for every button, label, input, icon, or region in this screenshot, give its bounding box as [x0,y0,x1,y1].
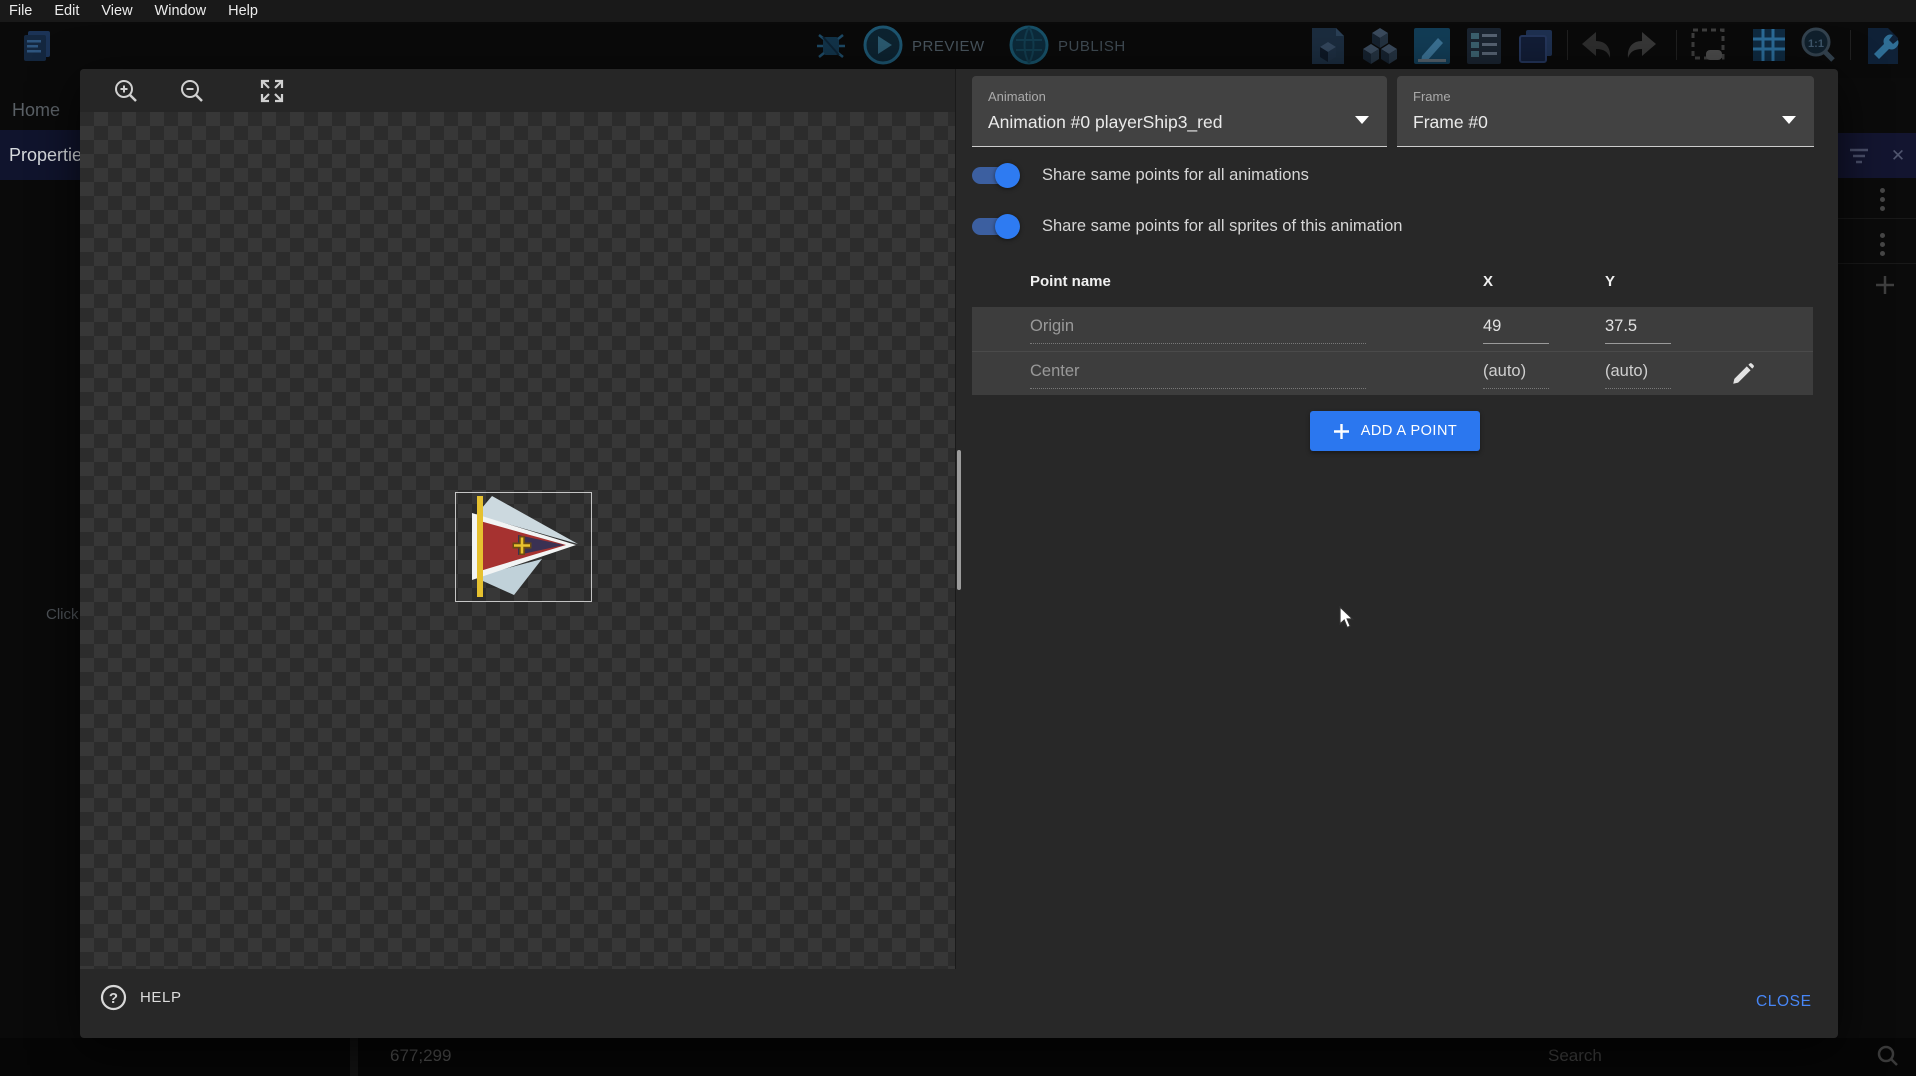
point-name-field: Origin [1030,317,1074,336]
menu-view[interactable]: View [101,3,132,19]
redo-icon[interactable] [1622,28,1662,64]
edit-scene-icon[interactable] [1410,24,1454,68]
preview-label[interactable]: PREVIEW [912,38,985,55]
status-bar: 677;299 Search [0,1038,1916,1076]
extensions-settings-icon[interactable] [1860,24,1904,68]
share-points-all-animations-toggle[interactable] [972,167,1018,184]
add-point-button[interactable]: ADD A POINT [1310,411,1480,451]
mouse-cursor [1338,606,1358,630]
help-button[interactable]: ? HELP [100,984,182,1011]
toolbar-divider [1676,30,1677,60]
mask-selection-icon[interactable] [1688,26,1730,66]
tab-properties[interactable]: Properties [0,130,80,180]
zoom-out-icon[interactable] [178,77,206,105]
toggle-label: Share same points for all sprites of thi… [1042,217,1402,236]
player-ship-sprite [456,493,591,601]
column-header-point-name: Point name [1030,273,1111,290]
share-points-all-animations-row: Share same points for all animations [972,166,1309,185]
vertical-scrollbar[interactable] [957,450,961,590]
edit-points-dialog: Animation Animation #0 playerShip3_red F… [80,69,1838,1038]
panel-close-icon[interactable]: ✕ [1891,146,1905,166]
frame-select-label: Frame [1413,89,1451,104]
object-groups-icon[interactable] [1358,24,1402,68]
tab-home[interactable]: Home [12,100,60,121]
zoom-one-to-one-icon[interactable]: 1:1 [1796,24,1840,68]
share-points-all-sprites-row: Share same points for all sprites of thi… [972,217,1402,236]
close-button[interactable]: CLOSE [1756,993,1812,1011]
debug-icon[interactable] [812,27,850,65]
add-object-icon[interactable] [1306,24,1350,68]
svg-text:?: ? [109,990,118,1007]
sprite-preview-canvas[interactable] [80,112,955,969]
point-x-field: (auto) [1483,362,1526,381]
point-name-field: Center [1030,362,1080,381]
search-icon[interactable] [1876,1044,1900,1068]
menu-edit[interactable]: Edit [54,3,79,19]
point-x-field[interactable]: 49 [1483,317,1501,336]
grid-icon[interactable] [1748,26,1790,66]
frame-select[interactable]: Frame Frame #0 [1397,76,1814,147]
table-row-center[interactable]: Center (auto) (auto) [972,352,1813,396]
animation-select-label: Animation [988,89,1046,104]
instances-list-icon[interactable] [1462,24,1506,68]
svg-text:1:1: 1:1 [1808,38,1824,50]
help-circle-icon: ? [100,984,127,1011]
kebab-menu-icon[interactable] [1880,188,1885,211]
undo-icon[interactable] [1576,28,1616,64]
panel-divider [955,69,956,969]
zoom-in-icon[interactable] [112,77,140,105]
chevron-down-icon [1782,116,1796,124]
project-manager-icon[interactable] [18,28,54,64]
plus-icon [1333,423,1350,440]
cursor-coordinates: 677;299 [390,1046,451,1066]
panel-header: ✕ [1838,133,1916,178]
canvas-toolbar [80,69,955,112]
filter-icon[interactable] [1849,147,1869,165]
edit-pencil-icon[interactable] [1730,361,1756,387]
toggle-label: Share same points for all animations [1042,166,1309,185]
menu-file[interactable]: File [9,3,32,19]
status-divider [350,1038,358,1076]
column-header-y: Y [1605,273,1615,290]
column-header-x: X [1483,273,1493,290]
points-table: Origin 49 37.5 Center (auto) (auto) [972,307,1813,395]
sprite-bounding-box [455,492,592,602]
menu-bar: File Edit View Window Help [0,0,1916,22]
point-y-field[interactable]: 37.5 [1605,317,1637,336]
menu-window[interactable]: Window [155,3,207,19]
properties-panel-hint: Click [46,606,80,623]
publish-icon[interactable] [1008,24,1050,66]
frame-select-value: Frame #0 [1413,112,1488,133]
chevron-down-icon [1355,116,1369,124]
animation-select-value: Animation #0 playerShip3_red [988,112,1222,133]
publish-label[interactable]: PUBLISH [1058,38,1126,55]
preview-icon[interactable] [862,24,904,66]
animation-select[interactable]: Animation Animation #0 playerShip3_red [972,76,1387,147]
table-row-origin[interactable]: Origin 49 37.5 [972,307,1813,351]
right-panel-sliver: ✕ [1838,78,1916,1038]
fit-to-screen-icon[interactable] [258,77,286,105]
layers-icon[interactable] [1514,24,1558,68]
toolbar-divider [1850,30,1851,60]
menu-help[interactable]: Help [228,3,258,19]
point-y-field: (auto) [1605,362,1648,381]
search-input[interactable]: Search [1548,1046,1602,1066]
toolbar-divider [1567,30,1568,60]
kebab-menu-icon[interactable] [1880,233,1885,256]
share-points-all-sprites-toggle[interactable] [972,218,1018,235]
add-icon[interactable] [1874,274,1896,296]
